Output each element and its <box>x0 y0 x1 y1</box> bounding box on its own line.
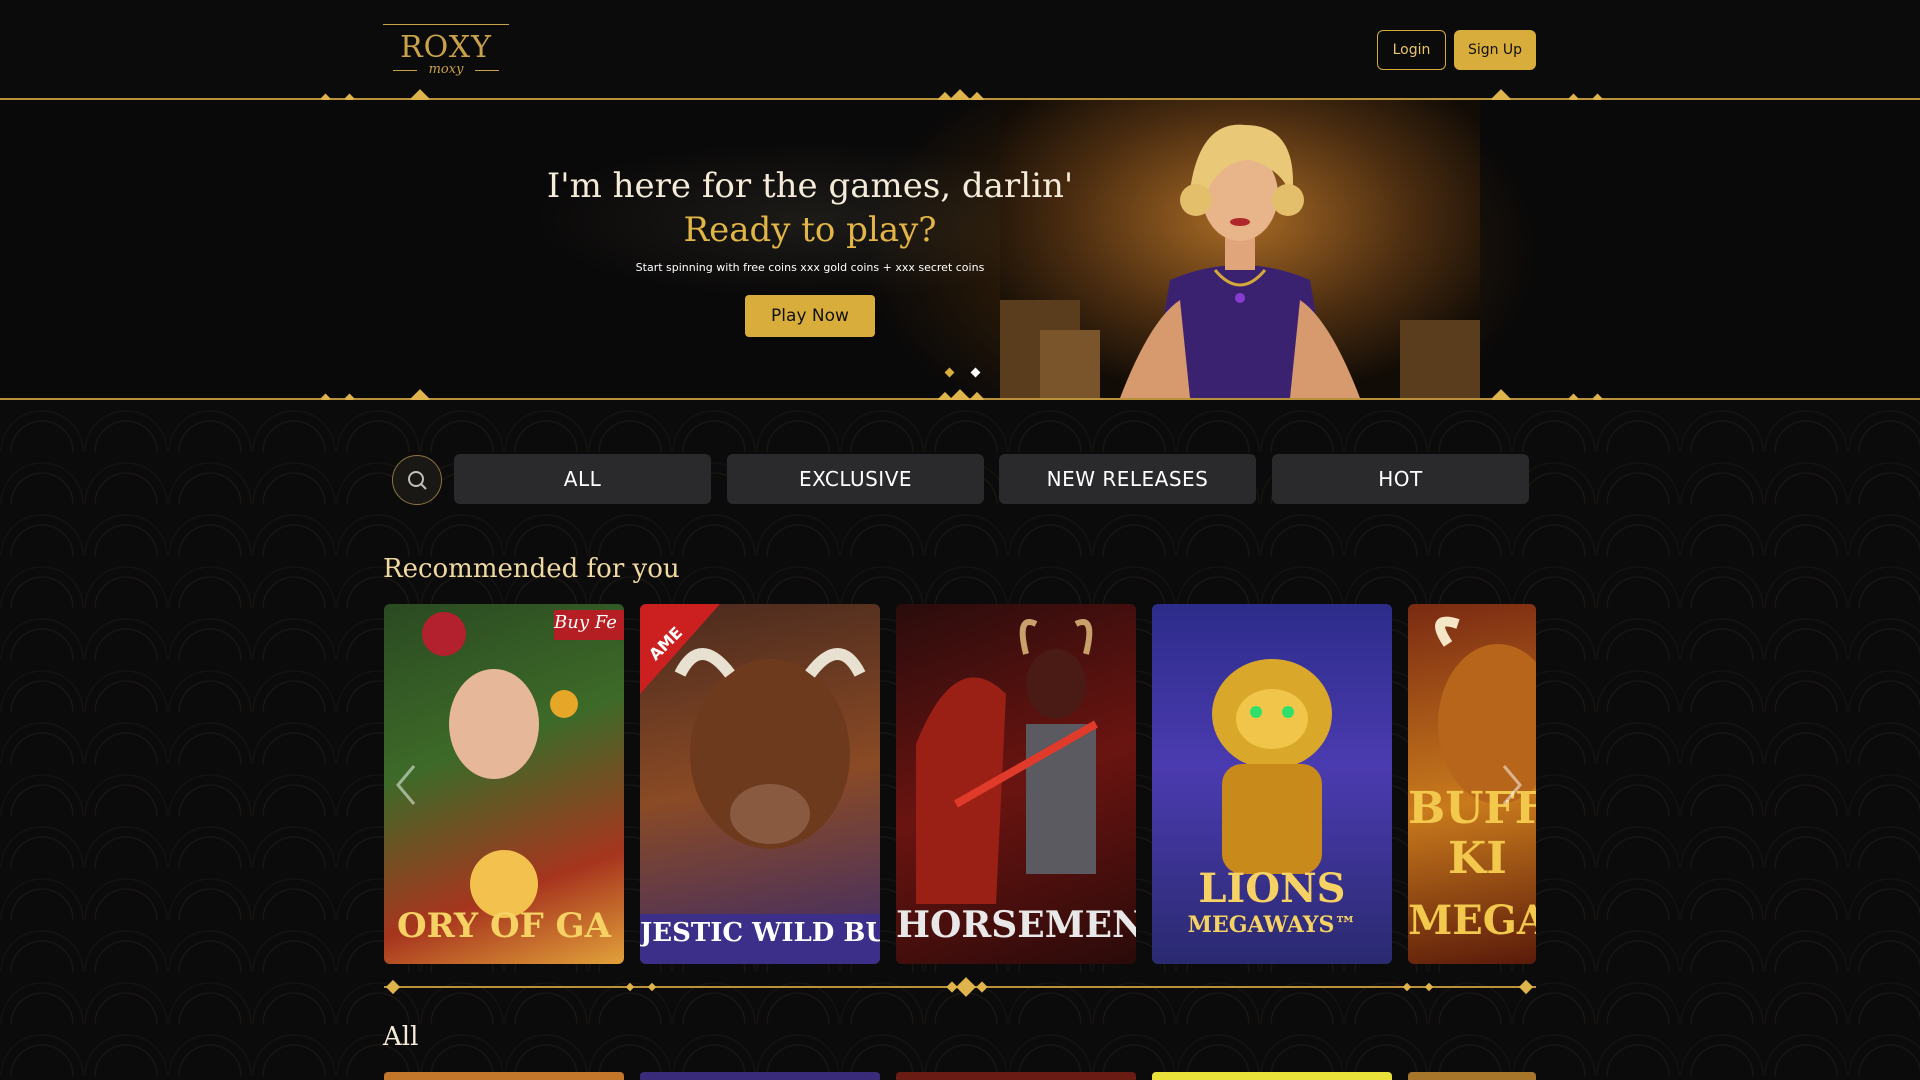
recommended-title: Recommended for you <box>383 554 680 584</box>
hero-description: Start spinning with free coins xxx gold … <box>635 261 985 274</box>
game-subtitle: MEGAWAYS™ <box>1187 912 1357 938</box>
tab-all[interactable]: ALL <box>454 454 711 504</box>
carousel-dot-2-active[interactable] <box>970 367 981 378</box>
game-title: LIONS <box>1198 865 1346 912</box>
hero-banner: I'm here for the games, darlin' Ready to… <box>0 100 1920 398</box>
game-card-peek[interactable] <box>640 1072 880 1080</box>
game-thumbnail <box>640 604 880 964</box>
site-header: ROXY moxy Login Sign Up <box>0 0 1920 100</box>
tab-exclusive[interactable]: EXCLUSIVE <box>727 454 984 504</box>
game-title: ORY OF GA <box>397 906 611 946</box>
logo-left-flourish <box>393 70 417 71</box>
hero-title: I'm here for the games, darlin' <box>546 166 1074 206</box>
hero-carousel-dots <box>938 367 981 378</box>
game-card-peek[interactable] <box>1408 1072 1536 1080</box>
game-title: JESTIC WILD BUFFA <box>640 918 880 948</box>
game-card[interactable]: HORSEMEN I <box>896 604 1136 964</box>
hero-subtitle: Ready to play? <box>683 210 937 250</box>
carousel-dot-1[interactable] <box>944 367 955 378</box>
tab-new-releases[interactable]: NEW RELEASES <box>999 454 1256 504</box>
play-now-button[interactable]: Play Now <box>745 295 875 337</box>
login-button[interactable]: Login <box>1377 30 1446 70</box>
tab-hot[interactable]: HOT <box>1272 454 1529 504</box>
game-subtitle: KI <box>1448 833 1507 884</box>
logo-wordmark: ROXY <box>400 30 492 65</box>
carousel-next-icon[interactable] <box>1496 760 1526 810</box>
game-subtitle-2: MEGA <box>1408 897 1536 944</box>
logo-right-flourish <box>475 70 499 71</box>
signup-button[interactable]: Sign Up <box>1454 30 1536 70</box>
carousel-prev-icon[interactable] <box>392 760 422 810</box>
game-card-peek[interactable] <box>896 1072 1136 1080</box>
game-badge: Buy Fe <box>554 612 617 633</box>
game-card-peek[interactable] <box>1152 1072 1392 1080</box>
game-card-peek[interactable] <box>384 1072 624 1080</box>
logo-top-line <box>383 24 509 25</box>
search-icon <box>408 471 427 490</box>
game-title: HORSEMEN I <box>896 904 1136 946</box>
game-card[interactable]: AME JESTIC WILD BUFFA <box>640 604 880 964</box>
brand-logo[interactable]: ROXY moxy <box>383 20 509 78</box>
search-button[interactable] <box>392 455 442 505</box>
game-card[interactable]: LIONS MEGAWAYS™ <box>1152 604 1392 964</box>
all-section-title: All <box>383 1022 419 1052</box>
